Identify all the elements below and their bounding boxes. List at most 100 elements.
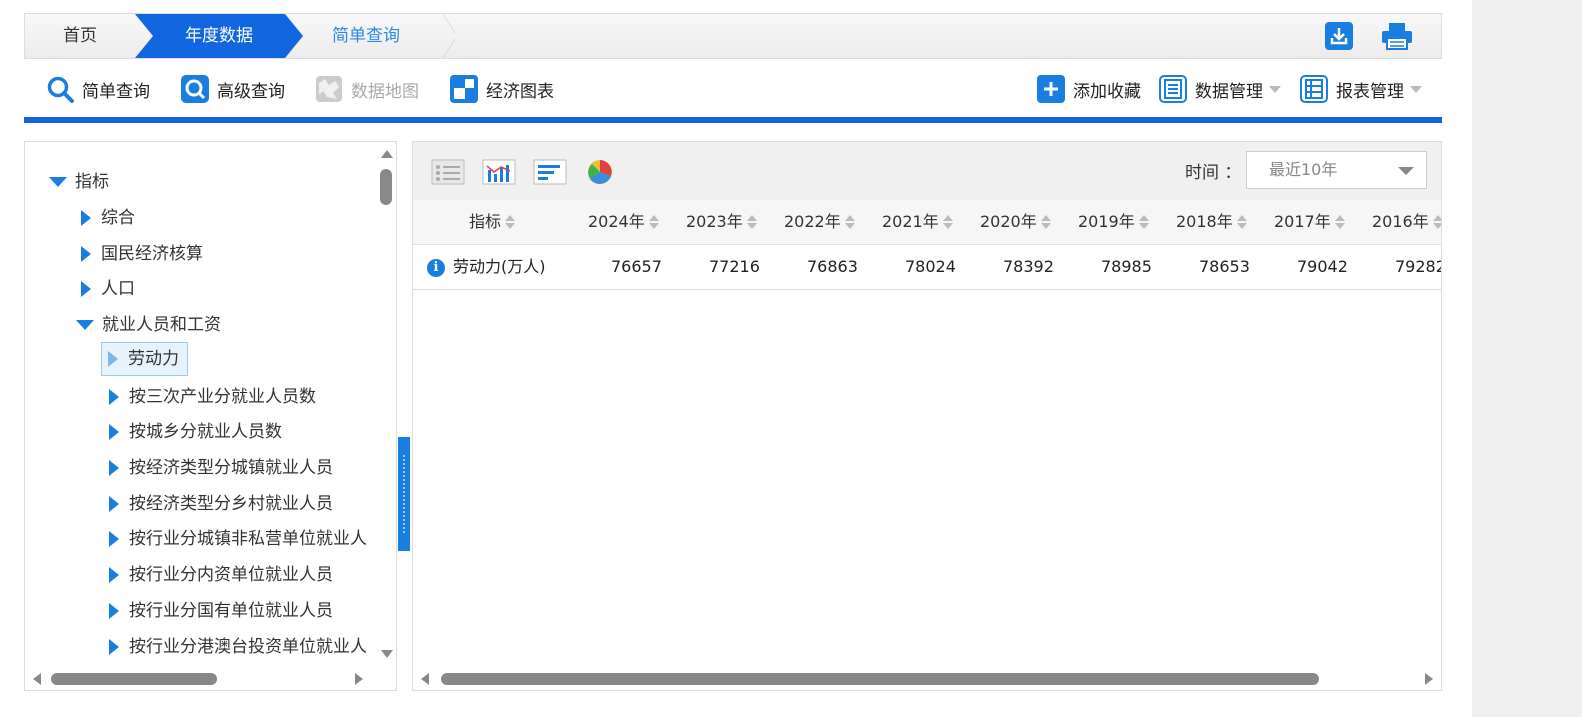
tree-item-label: 国民经济核算: [101, 244, 203, 264]
table-cell: 78024: [905, 257, 956, 276]
sort-icon[interactable]: [1432, 215, 1441, 229]
horizontal-bar-icon[interactable]: [533, 158, 567, 186]
sort-icon[interactable]: [746, 215, 757, 229]
data-map-label: 数据地图: [351, 81, 419, 102]
list-icon: [1159, 75, 1187, 103]
column-header-year[interactable]: 2017年: [1274, 200, 1345, 244]
breadcrumb-annual-data[interactable]: 年度数据: [135, 14, 303, 58]
tree-item-label: 就业人员和工资: [102, 315, 221, 335]
table-horizontal-scrollbar[interactable]: [413, 668, 1441, 690]
report-manage-dropdown[interactable]: 报表管理: [1300, 75, 1422, 103]
column-header-label: 2020年: [980, 212, 1037, 231]
tree-item-child[interactable]: 按行业分港澳台投资单位就业人: [109, 632, 367, 662]
scroll-thumb[interactable]: [51, 673, 217, 685]
caret-right-icon: [109, 639, 119, 655]
chevron-down-icon: [1269, 85, 1281, 93]
column-header-indicator[interactable]: 指标: [469, 200, 516, 244]
data-map-button[interactable]: 数据地图: [315, 75, 419, 103]
tree-horizontal-scrollbar[interactable]: [25, 668, 396, 690]
column-header-year[interactable]: 2018年: [1176, 200, 1247, 244]
download-icon[interactable]: [1325, 22, 1353, 50]
tree-item-label: 劳动力: [128, 349, 179, 369]
tree-item-child[interactable]: 按行业分内资单位就业人员: [109, 560, 333, 590]
simple-query-button[interactable]: 简单查询: [46, 75, 150, 103]
main-toolbar: 简单查询 高级查询 数据地图 经济图表 添加收藏 数据管理 报表管理: [24, 59, 1442, 123]
tree-item-label: 综合: [101, 208, 135, 228]
tree-item-child[interactable]: 按三次产业分就业人员数: [109, 382, 316, 412]
column-header-year[interactable]: 2021年: [882, 200, 953, 244]
table-view-icon[interactable]: [431, 158, 465, 186]
breadcrumb: 首页 年度数据 简单查询: [24, 13, 1442, 59]
data-manage-dropdown[interactable]: 数据管理: [1159, 75, 1281, 103]
tree-root-indicators[interactable]: 指标: [49, 167, 109, 197]
tree-item-employment-wages[interactable]: 就业人员和工资: [76, 310, 221, 340]
time-range-select[interactable]: 最近10年: [1246, 151, 1427, 189]
scroll-thumb[interactable]: [441, 673, 1319, 685]
tree-item-child[interactable]: 按行业分国有单位就业人员: [109, 596, 333, 626]
caret-right-icon: [81, 281, 91, 297]
scroll-right-icon[interactable]: [355, 673, 363, 685]
map-icon: [315, 75, 343, 103]
report-manage-label: 报表管理: [1336, 81, 1404, 102]
column-header-year[interactable]: 2016年: [1372, 200, 1441, 244]
column-header-year[interactable]: 2020年: [980, 200, 1051, 244]
scroll-down-icon[interactable]: [381, 650, 393, 658]
plus-icon: [1037, 75, 1065, 103]
economic-chart-button[interactable]: 经济图表: [450, 75, 554, 103]
sort-icon[interactable]: [648, 215, 659, 229]
bar-line-chart-icon[interactable]: [482, 158, 516, 186]
tree-item-child[interactable]: 按经济类型分城镇就业人员: [109, 453, 333, 483]
sort-icon[interactable]: [942, 215, 953, 229]
pie-chart-icon[interactable]: [584, 158, 618, 186]
tree-item-labor-force[interactable]: 劳动力: [101, 342, 188, 376]
scroll-up-icon[interactable]: [381, 150, 393, 158]
tree-item-population[interactable]: 人口: [81, 274, 135, 304]
add-favorite-label: 添加收藏: [1073, 81, 1141, 102]
add-favorite-button[interactable]: 添加收藏: [1037, 75, 1141, 103]
print-icon[interactable]: [1381, 22, 1413, 50]
scroll-left-icon[interactable]: [421, 673, 429, 685]
scroll-thumb[interactable]: [380, 169, 392, 205]
caret-right-icon: [109, 496, 119, 512]
table-cell: 79042: [1297, 257, 1348, 276]
info-icon[interactable]: i: [427, 259, 445, 277]
panel-splitter-handle[interactable]: [398, 437, 410, 551]
caret-right-icon: [109, 424, 119, 440]
table-cell: 76863: [807, 257, 858, 276]
sort-icon[interactable]: [1040, 215, 1051, 229]
breadcrumb-simple-query[interactable]: 简单查询: [305, 14, 455, 58]
tree-item-comprehensive[interactable]: 综合: [81, 203, 135, 233]
sort-icon[interactable]: [1334, 215, 1345, 229]
column-header-year[interactable]: 2024年: [588, 200, 659, 244]
search-icon: [46, 75, 74, 103]
indicator-tree-panel: 指标 综合 国民经济核算 人口 就业人员和工资 劳动力 按三次产业分就业人员数 …: [24, 141, 397, 691]
advanced-query-button[interactable]: 高级查询: [181, 75, 285, 103]
scroll-right-icon[interactable]: [1425, 673, 1433, 685]
tree-item-label: 按城乡分就业人员数: [129, 422, 282, 442]
breadcrumb-home[interactable]: 首页: [25, 14, 135, 58]
column-header-label: 2023年: [686, 212, 743, 231]
tree-vertical-scrollbar[interactable]: [375, 142, 396, 662]
sort-icon[interactable]: [1236, 215, 1247, 229]
sort-icon[interactable]: [505, 215, 516, 229]
tree-item-child[interactable]: 按经济类型分乡村就业人员: [109, 489, 333, 519]
data-table-panel: 时间 ： 最近10年 指标 2024年 2023年 2022年 2021年 20…: [412, 141, 1442, 691]
column-header-year[interactable]: 2022年: [784, 200, 855, 244]
table-cell: 78985: [1101, 257, 1152, 276]
scroll-left-icon[interactable]: [33, 673, 41, 685]
chart-grid-icon: [450, 75, 478, 103]
column-header-year[interactable]: 2019年: [1078, 200, 1149, 244]
tree-item-child[interactable]: 按行业分城镇非私营单位就业人: [109, 524, 367, 554]
table-cell: 77216: [709, 257, 760, 276]
advanced-search-icon: [181, 75, 209, 103]
column-header-label: 指标: [469, 212, 502, 231]
caret-right-icon: [81, 246, 91, 262]
sort-icon[interactable]: [1138, 215, 1149, 229]
column-header-label: 2018年: [1176, 212, 1233, 231]
column-header-year[interactable]: 2023年: [686, 200, 757, 244]
table-row: i 劳动力(万人) 76657 77216 76863 78024 78392 …: [413, 245, 1441, 290]
tree-item-national-accounts[interactable]: 国民经济核算: [81, 239, 203, 269]
tree-item-child[interactable]: 按城乡分就业人员数: [109, 417, 282, 447]
tree-item-label: 按行业分港澳台投资单位就业人: [129, 637, 367, 657]
sort-icon[interactable]: [844, 215, 855, 229]
